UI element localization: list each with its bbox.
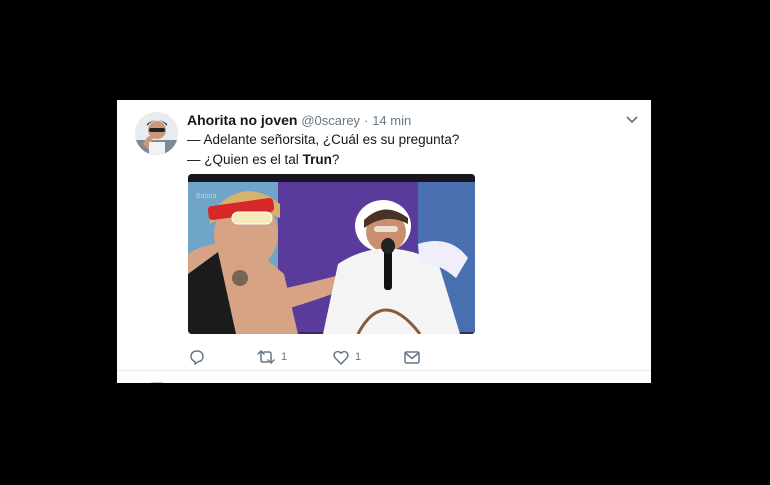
- author-handle[interactable]: @0scarey: [301, 113, 360, 128]
- tweet-divider: [117, 370, 651, 371]
- retweet-count: 1: [281, 351, 288, 363]
- header-separator: ·: [363, 113, 369, 128]
- envelope-icon: [404, 350, 420, 364]
- avatar[interactable]: [135, 112, 178, 155]
- tweet-text-line-2: — ¿Quien es el tal Trun?: [187, 150, 459, 170]
- like-button[interactable]: 1: [333, 347, 361, 367]
- tweet-media-image[interactable]: Batura: [188, 174, 475, 334]
- author-name[interactable]: Ahorita no joven: [187, 112, 297, 128]
- tweet-text: — Adelante señorsita, ¿Cuál es su pregun…: [187, 130, 459, 170]
- tweet-text-line-1: — Adelante señorsita, ¿Cuál es su pregun…: [187, 132, 460, 147]
- chevron-down-icon[interactable]: [626, 116, 638, 124]
- media-picture: Batura: [188, 174, 475, 334]
- media-watermark: Batura: [196, 193, 217, 200]
- reply-button[interactable]: [189, 347, 205, 367]
- line2-suffix: ?: [331, 152, 340, 167]
- reply-icon: [190, 350, 204, 365]
- next-tweet-edge: [151, 382, 163, 383]
- heart-icon: [333, 350, 349, 365]
- retweet-icon: [257, 350, 275, 364]
- retweet-button[interactable]: 1: [257, 347, 287, 367]
- avatar-image: [135, 112, 178, 155]
- line2-prefix: — ¿Quien es el tal: [187, 152, 303, 167]
- tweet-card[interactable]: Ahorita no joven @0scarey · 14 min — Ade…: [117, 100, 651, 383]
- tweet-timestamp[interactable]: 14 min: [372, 113, 411, 128]
- tweet-header: Ahorita no joven @0scarey · 14 min: [187, 112, 411, 129]
- line2-bold[interactable]: Trun: [303, 152, 332, 167]
- direct-message-button[interactable]: [404, 347, 420, 367]
- like-count: 1: [355, 351, 362, 363]
- tweet-actions: 1 1: [189, 347, 489, 367]
